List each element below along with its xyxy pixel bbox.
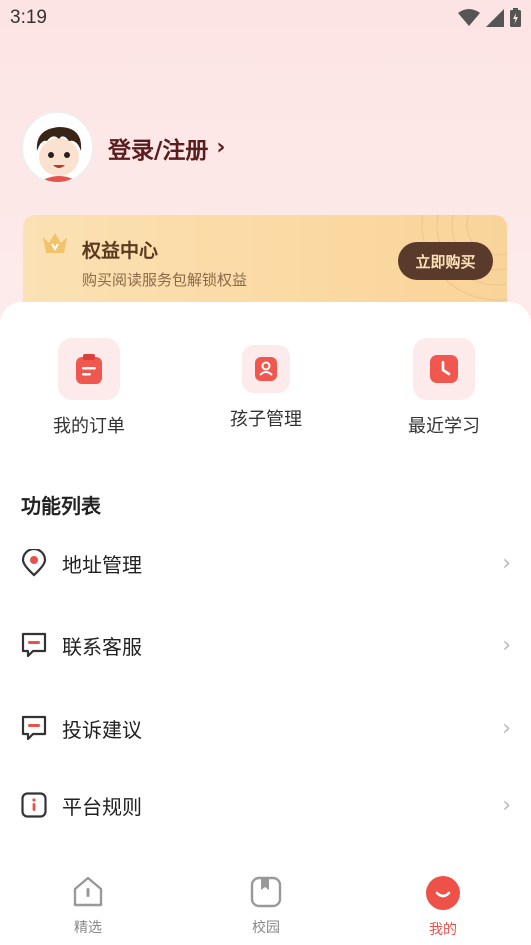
chevron-right-icon: › (216, 135, 226, 160)
badge-icon (242, 345, 290, 393)
status-icons (458, 8, 521, 27)
tab-label: 我的 (429, 922, 457, 938)
avatar[interactable] (21, 111, 94, 184)
chat-minus-icon (20, 714, 48, 742)
content-sheet: 我的订单 孩子管理 最近学习 功能列表 地址管理 › 联系客服 › 投诉建议 ›… (0, 302, 531, 945)
login-label: 登录/注册 (108, 137, 209, 164)
quick-action-children[interactable]: 孩子管理 (206, 338, 326, 431)
tab-featured[interactable]: 精选 (43, 875, 133, 937)
battery-icon (510, 8, 521, 27)
benefits-title: 权益中心 (82, 240, 159, 262)
quick-action-label: 最近学习 (408, 416, 480, 437)
clock-icon (413, 338, 475, 400)
crown-icon (43, 233, 67, 253)
smile-icon (426, 876, 460, 910)
menu-item-label: 联系客服 (62, 634, 142, 659)
quick-action-orders[interactable]: 我的订单 (29, 338, 149, 438)
tab-label: 校园 (252, 920, 280, 936)
clipboard-icon (58, 338, 120, 400)
signal-icon (486, 8, 504, 27)
quick-action-label: 我的订单 (53, 416, 125, 437)
quick-action-recent[interactable]: 最近学习 (384, 338, 504, 438)
home-icon (73, 876, 103, 907)
chevron-right-icon: › (502, 715, 511, 741)
menu-item-platform-rules[interactable]: 平台规则 › (0, 775, 531, 835)
chat-minus-icon (20, 631, 48, 659)
buy-now-button[interactable]: 立即购买 (398, 242, 493, 280)
status-bar: 3:19 (0, 0, 531, 36)
status-time: 3:19 (10, 7, 47, 28)
quick-action-label: 孩子管理 (230, 409, 302, 430)
benefits-card[interactable]: 权益中心 购买阅读服务包解锁权益 立即购买 (23, 215, 507, 315)
function-list-title: 功能列表 (21, 494, 101, 518)
menu-item-label: 地址管理 (62, 552, 142, 577)
menu-item-address[interactable]: 地址管理 › (0, 533, 531, 593)
tab-campus[interactable]: 校园 (221, 875, 311, 937)
location-pin-icon (20, 549, 48, 577)
chevron-right-icon: › (502, 792, 511, 818)
bottom-tab-bar: 精选 校园 我的 (0, 867, 531, 945)
tab-label: 精选 (74, 920, 102, 936)
book-icon (250, 876, 282, 908)
profile-header[interactable]: 登录/注册 › (21, 111, 225, 184)
wifi-icon (458, 8, 480, 26)
menu-item-label: 平台规则 (62, 794, 142, 819)
menu-item-customer-service[interactable]: 联系客服 › (0, 615, 531, 675)
benefits-subtitle: 购买阅读服务包解锁权益 (82, 271, 248, 289)
tab-mine[interactable]: 我的 (398, 875, 488, 939)
login-register-link[interactable]: 登录/注册 › (108, 131, 225, 165)
menu-item-label: 投诉建议 (62, 717, 142, 742)
info-icon (20, 791, 48, 819)
menu-item-complaints[interactable]: 投诉建议 › (0, 698, 531, 758)
chevron-right-icon: › (502, 550, 511, 576)
avatar-illustration (23, 113, 92, 182)
chevron-right-icon: › (502, 632, 511, 658)
